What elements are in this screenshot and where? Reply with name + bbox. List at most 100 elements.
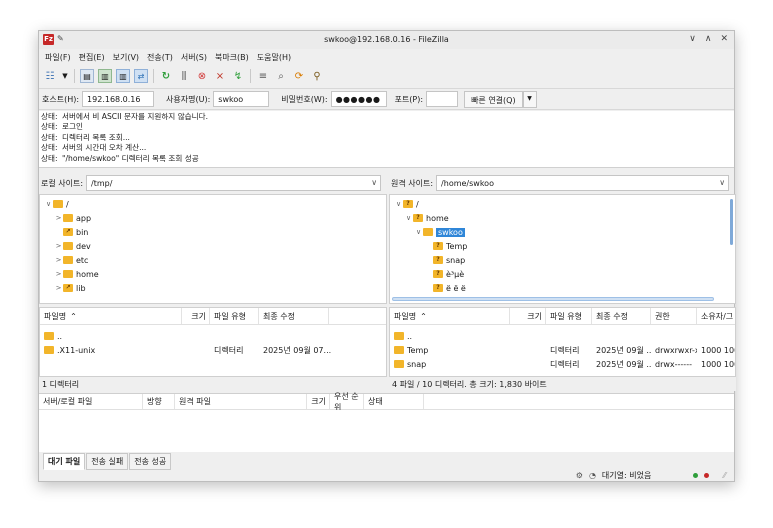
- tree-item[interactable]: ↗ bin: [54, 225, 88, 239]
- site-manager-dropdown-icon[interactable]: ▼: [61, 69, 69, 83]
- sync-browsing-icon[interactable]: ⟳: [292, 69, 306, 83]
- quickconnect-dropdown-icon[interactable]: ▼: [522, 90, 537, 108]
- menu-transfer[interactable]: 전송(T): [147, 52, 173, 63]
- port-input[interactable]: [426, 91, 459, 107]
- chevron-icon[interactable]: ∨: [44, 200, 53, 208]
- tree-item[interactable]: ? ë ë ë: [433, 281, 466, 295]
- tree-item-selected[interactable]: ∨ swkoo: [414, 225, 465, 239]
- queue-column-priority[interactable]: 우선 순위: [330, 392, 364, 412]
- queue-list[interactable]: [39, 410, 734, 452]
- menu-view[interactable]: 보기(V): [113, 52, 139, 63]
- quickconnect-button[interactable]: 빠른 연결(Q): [464, 90, 523, 108]
- tree-item[interactable]: > app: [54, 211, 92, 225]
- queue-column-direction[interactable]: 방향: [143, 394, 175, 409]
- chevron-icon[interactable]: >: [54, 270, 63, 278]
- column-label: 크기: [311, 397, 326, 406]
- toggle-local-tree-icon[interactable]: ▥: [98, 69, 112, 83]
- file-permissions: drwx------: [655, 359, 692, 369]
- chevron-icon[interactable]: ∨: [404, 214, 413, 222]
- host-input[interactable]: 192.168.0.16: [82, 91, 155, 107]
- tree-item[interactable]: > ↗ lib: [54, 281, 86, 295]
- list-item[interactable]: snap 디렉터리 2025년 09월 ... drwx------ 1000 …: [390, 357, 735, 371]
- column-size[interactable]: 크기: [510, 308, 546, 324]
- process-queue-icon[interactable]: ⫼: [177, 69, 191, 83]
- chevron-icon[interactable]: ∨: [394, 200, 403, 208]
- horizontal-scrollbar[interactable]: [392, 297, 714, 301]
- minimize-icon[interactable]: ∨: [689, 34, 696, 44]
- chevron-icon[interactable]: ∨: [414, 228, 423, 236]
- maximize-icon[interactable]: ∧: [705, 34, 712, 44]
- chevron-down-icon[interactable]: ∨: [371, 178, 377, 187]
- local-path-combo[interactable]: /tmp/ ∨: [86, 175, 382, 191]
- menu-edit[interactable]: 편집(E): [79, 52, 105, 63]
- toggle-remote-tree-icon[interactable]: ▥: [116, 69, 130, 83]
- tree-item[interactable]: ? è³µè: [433, 267, 464, 281]
- disconnect-icon[interactable]: ⨯: [213, 69, 227, 83]
- site-manager-icon[interactable]: ☷: [43, 69, 57, 83]
- column-modified[interactable]: 최종 수정: [259, 308, 329, 324]
- menu-help[interactable]: 도움말(H): [257, 52, 291, 63]
- list-item[interactable]: ..: [390, 329, 735, 343]
- list-item[interactable]: .X11-unix 디렉터리 2025년 09월 07...: [40, 343, 386, 357]
- column-modified[interactable]: 최종 수정: [592, 308, 651, 324]
- tree-item[interactable]: ∨? /: [394, 197, 419, 211]
- reconnect-icon[interactable]: ↯: [231, 69, 245, 83]
- tree-item[interactable]: > etc: [54, 253, 89, 267]
- column-type[interactable]: 파일 유형: [546, 308, 592, 324]
- local-file-list[interactable]: 파일명 ⌃ 크기 파일 유형 최종 수정 .. .X11-unix 디렉터리 20…: [39, 307, 387, 377]
- tree-item[interactable]: ∨? home: [404, 211, 449, 225]
- column-filename[interactable]: 파일명 ⌃: [40, 308, 182, 324]
- toggle-queue-icon[interactable]: ⇄: [134, 69, 148, 83]
- column-permissions[interactable]: 권한: [651, 308, 697, 324]
- file-type: 디렉터리: [550, 345, 580, 355]
- local-list-header: 파일명 ⌃ 크기 파일 유형 최종 수정: [40, 308, 386, 325]
- password-input[interactable]: ●●●●●●: [330, 91, 387, 107]
- compare-icon[interactable]: ⌕: [274, 69, 288, 83]
- queue-column-size[interactable]: 크기: [307, 394, 330, 409]
- tree-item[interactable]: > home: [54, 267, 99, 281]
- column-owner[interactable]: 소유자/그: [697, 308, 735, 324]
- menu-file[interactable]: 파일(F): [45, 52, 71, 63]
- directory-listing-filters-icon[interactable]: ≡: [256, 69, 270, 83]
- column-size[interactable]: 크기: [182, 308, 210, 324]
- vertical-scrollbar[interactable]: [730, 199, 733, 245]
- cancel-icon[interactable]: ⊗: [195, 69, 209, 83]
- chevron-icon[interactable]: >: [54, 284, 63, 292]
- column-filename[interactable]: 파일명 ⌃: [390, 308, 510, 324]
- menu-bar: 파일(F) 편집(E) 보기(V) 전송(T) 서버(S) 북마크(B) 도움말…: [39, 49, 734, 65]
- menu-bookmarks[interactable]: 북마크(B): [215, 52, 249, 63]
- local-tree[interactable]: ∨ / > app ↗ bin > dev > etc > home > ↗ lib: [39, 194, 387, 304]
- refresh-icon[interactable]: ↻: [159, 69, 173, 83]
- chevron-icon[interactable]: >: [54, 214, 63, 222]
- search-icon[interactable]: ⚲: [310, 69, 324, 83]
- remote-path-combo[interactable]: /home/swkoo ∨: [436, 175, 730, 191]
- filezilla-window: Fz ✎ swkoo@192.168.0.16 - FileZilla ∨ ∧ …: [38, 30, 736, 482]
- chevron-icon[interactable]: >: [54, 256, 63, 264]
- column-type[interactable]: 파일 유형: [210, 308, 259, 324]
- close-icon[interactable]: ✕: [720, 34, 728, 44]
- queue-column-file[interactable]: 서버/로컬 파일: [39, 394, 143, 409]
- remote-tree[interactable]: ∨? / ∨? home ∨ swkoo ? Temp ? snap ? è³µè ? ë ë…: [389, 194, 736, 304]
- user-input[interactable]: swkoo: [213, 91, 270, 107]
- resize-grip-icon[interactable]: ⁄⁄: [723, 471, 726, 480]
- file-type: 디렉터리: [214, 345, 244, 355]
- speed-limit-icon[interactable]: ◔: [589, 471, 596, 480]
- sort-up-icon: ⌃: [420, 311, 427, 321]
- queue-column-status[interactable]: 상태: [364, 394, 424, 409]
- tree-item[interactable]: ? snap: [433, 253, 465, 267]
- port-label: 포트(P):: [394, 94, 424, 104]
- tree-item[interactable]: ∨ /: [44, 197, 69, 211]
- tree-item-label: Temp: [446, 241, 468, 251]
- chevron-icon[interactable]: >: [54, 242, 63, 250]
- chevron-down-icon[interactable]: ∨: [719, 178, 725, 187]
- tree-item[interactable]: > dev: [54, 239, 91, 253]
- list-item[interactable]: Temp 디렉터리 2025년 09월 ... drwxrwxr-x 1000 …: [390, 343, 735, 357]
- log-row: 상태: 디렉터리 목록 조회...: [41, 133, 732, 143]
- column-label: 크기: [527, 311, 542, 321]
- menu-server[interactable]: 서버(S): [181, 52, 207, 63]
- queue-column-remote[interactable]: 원격 파일: [175, 394, 307, 409]
- toggle-log-icon[interactable]: ▤: [80, 69, 94, 83]
- remote-file-list[interactable]: 파일명 ⌃ 크기 파일 유형 최종 수정 권한 소유자/그 .. Temp 디렉터…: [389, 307, 736, 377]
- list-item[interactable]: ..: [40, 329, 386, 343]
- tree-item[interactable]: ? Temp: [433, 239, 467, 253]
